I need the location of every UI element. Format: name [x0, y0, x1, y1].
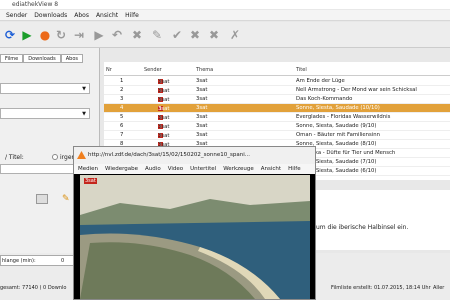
- player-menu-item[interactable]: Werkzeuge: [223, 166, 254, 172]
- timer-box: hlange (min): 0: [0, 255, 75, 266]
- timer-value[interactable]: 0: [61, 258, 64, 264]
- tab-filme[interactable]: Filme: [0, 54, 24, 63]
- timer-label: hlange (min):: [2, 258, 36, 264]
- sender-combo[interactable]: ▼: [0, 83, 90, 94]
- row-titel: Sonne, Siesta, Saudade (9/10): [296, 123, 377, 129]
- table-row[interactable]: 4 3 3sat 3sat Sonne, Siesta, Saudade (10/10): [104, 104, 450, 113]
- refresh-icon[interactable]: ⟳: [3, 28, 17, 42]
- radio-button[interactable]: [52, 154, 58, 160]
- status-text: gesamt: 77140 ) 0 Downlo: [0, 285, 67, 291]
- player-url: http://nvl.zdf.de/dach/3sat/15/02/150202…: [88, 152, 250, 158]
- row-thema: 3sat: [196, 123, 208, 129]
- menu-abos[interactable]: Abos: [74, 12, 89, 19]
- title-bar: ediathekView 8: [0, 0, 450, 9]
- menu-hilfe[interactable]: Hilfe: [125, 12, 139, 19]
- next-icon[interactable]: ⇥: [72, 28, 86, 42]
- table-row[interactable]: 1 3 3sat 3sat Am Ende der Lüge: [104, 77, 450, 86]
- channel-logo: 3sat: [84, 178, 97, 184]
- row-sender-text: 3sat: [158, 88, 170, 94]
- column-header[interactable]: Titel: [296, 67, 307, 73]
- row-thema: 3sat: [196, 87, 208, 93]
- vlc-cone-icon: [77, 151, 86, 159]
- tab-downloads[interactable]: Downloads: [23, 54, 61, 63]
- column-header[interactable]: Sender: [144, 67, 162, 73]
- clean-icon[interactable]: ✎: [150, 28, 164, 42]
- row-sender-text: 3sat: [158, 79, 170, 85]
- title-label: / Titel:: [5, 154, 24, 161]
- player-menu-item[interactable]: Hilfe: [288, 166, 301, 172]
- remove-icon[interactable]: ✖: [188, 28, 202, 42]
- row-sender-text: 3sat: [158, 106, 170, 112]
- player-menu-item[interactable]: Wiedergabe: [105, 166, 138, 172]
- player-menu-item[interactable]: Ansicht: [261, 166, 281, 172]
- delete-icon[interactable]: ✖: [130, 28, 144, 42]
- filmlist-status: Filmliste erstellt: 01.07.2015, 18:14 Uh…: [331, 285, 431, 291]
- window-title: ediathekView 8: [12, 1, 59, 8]
- menu-bar: Sender Downloads Abos Ansicht Hilfe: [0, 10, 450, 21]
- video-scene: [80, 175, 310, 299]
- player-title-bar: http://nvl.zdf.de/dach/3sat/15/02/150202…: [74, 147, 315, 164]
- tools-icon[interactable]: ✗: [228, 28, 242, 42]
- undo-icon[interactable]: ↶: [110, 28, 124, 42]
- row-titel: Das Koch-Kommando: [296, 96, 353, 102]
- menu-downloads[interactable]: Downloads: [34, 12, 67, 19]
- row-nr: 5: [120, 114, 124, 120]
- start-icon[interactable]: ▶: [92, 28, 106, 42]
- row-titel: Am Ende der Lüge: [296, 78, 345, 84]
- check-icon[interactable]: ✔: [170, 28, 184, 42]
- play-icon[interactable]: ▶: [20, 28, 34, 42]
- filter-button[interactable]: [36, 194, 48, 204]
- player-menu-item[interactable]: Video: [168, 166, 183, 172]
- row-thema: 3sat: [196, 105, 208, 111]
- row-thema: 3sat: [196, 114, 208, 120]
- thema-combo[interactable]: ▼: [0, 108, 90, 119]
- row-thema: 3sat: [196, 96, 208, 102]
- row-sender-text: 3sat: [158, 133, 170, 139]
- description-text: um die iberische Halbinsel ein.: [316, 224, 409, 231]
- table-row[interactable]: 7 3 3sat 3sat Oman - Bäuter mit Familien­sin…: [104, 131, 450, 140]
- row-sender-text: 3sat: [158, 97, 170, 103]
- row-sender-text: 3sat: [158, 124, 170, 130]
- menu-sender[interactable]: Sender: [6, 12, 27, 19]
- row-titel: Everglades - Floridas Wasserwildnis: [296, 114, 391, 120]
- menu-ansicht[interactable]: Ansicht: [96, 12, 118, 19]
- table-header: Nr Sender Thema Titel: [104, 66, 450, 76]
- toolbar: ⟳ ▶ ● ↻ ⇥ ▶ ↶ ✖ ✎ ✔ ✖ ✖ ✗: [0, 22, 450, 48]
- row-titel: Nell Armstrong - Der Mond war sein Schic…: [296, 87, 417, 93]
- reload-icon[interactable]: ↻: [54, 28, 68, 42]
- player-menu-item[interactable]: Audio: [145, 166, 161, 172]
- chevron-down-icon: ▼: [82, 111, 86, 117]
- record-icon[interactable]: ●: [38, 28, 52, 42]
- tab-abos[interactable]: Abos: [60, 54, 83, 63]
- player-menu: Medien Wiedergabe Audio Video Untertitel…: [74, 164, 315, 174]
- table-row[interactable]: 6 3 3sat 3sat Sonne, Siesta, Saudade (9/10): [104, 122, 450, 131]
- remove-all-icon[interactable]: ✖: [207, 28, 221, 42]
- column-header[interactable]: Thema: [196, 67, 213, 73]
- player-menu-item[interactable]: Medien: [78, 166, 98, 172]
- row-titel: Oman - Bäuter mit Familien­sinn: [296, 132, 380, 138]
- row-nr: 3: [120, 96, 124, 102]
- media-player-window[interactable]: http://nvl.zdf.de/dach/3sat/15/02/150202…: [73, 146, 316, 300]
- video-frame[interactable]: 3sat: [80, 175, 310, 299]
- row-nr: 1: [120, 78, 124, 84]
- status-extra: Aller: [433, 285, 445, 291]
- table-row[interactable]: 3 3 3sat 3sat Das Koch-Kommando: [104, 95, 450, 104]
- row-nr: 6: [120, 123, 124, 129]
- row-nr: 4: [120, 105, 124, 111]
- row-thema: 3sat: [196, 78, 208, 84]
- table-row[interactable]: 2 3 3sat 3sat Nell Armstrong - Der Mond war …: [104, 86, 450, 95]
- row-sender-text: 3sat: [158, 115, 170, 121]
- row-titel: Sonne, Siesta, Saudade (10/10): [296, 105, 380, 111]
- column-header[interactable]: Nr: [106, 67, 112, 73]
- chevron-down-icon: ▼: [82, 86, 86, 92]
- row-nr: 7: [120, 132, 124, 138]
- row-nr: 2: [120, 87, 124, 93]
- table-row[interactable]: 5 3 3sat 3sat Everglades - Floridas Wasserwi…: [104, 113, 450, 122]
- player-menu-item[interactable]: Untertitel: [190, 166, 216, 172]
- row-thema: 3sat: [196, 132, 208, 138]
